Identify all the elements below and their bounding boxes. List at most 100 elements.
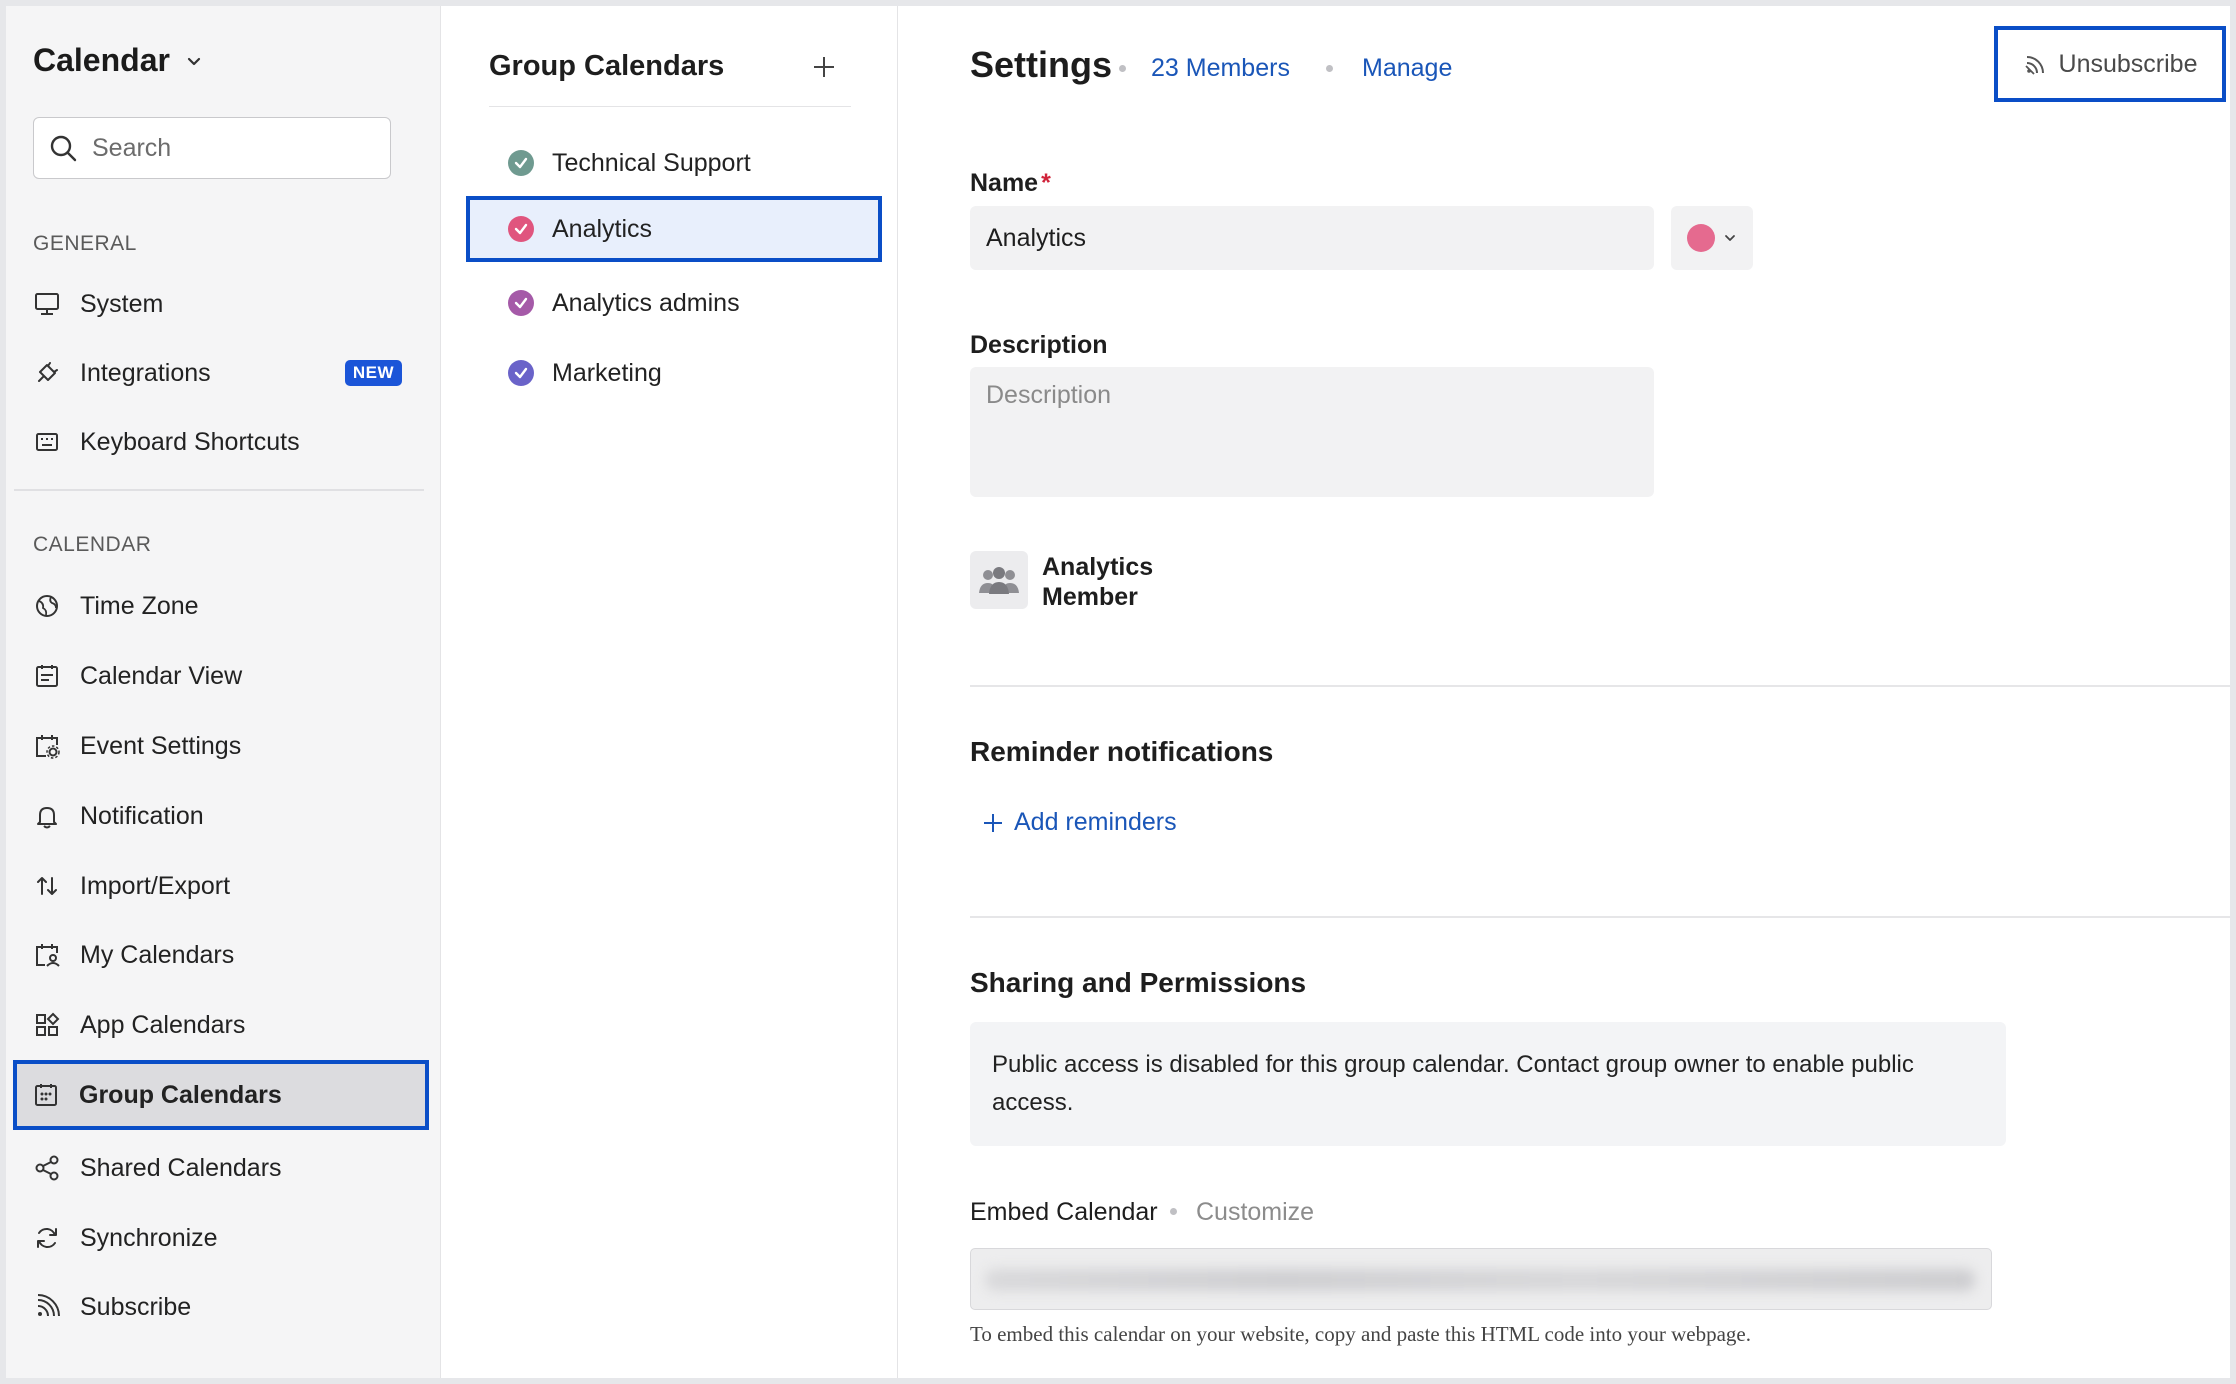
sidebar-item-label: Integrations: [80, 358, 211, 387]
sidebar-divider: [14, 489, 424, 491]
reminder-section-title: Reminder notifications: [970, 736, 1274, 767]
group-calendar-item-analytics[interactable]: Analytics: [466, 196, 882, 262]
sidebar-item-integrations[interactable]: Integrations NEW: [14, 342, 424, 404]
app-title: Calendar: [33, 42, 170, 78]
sidebar-item-label: Time Zone: [80, 591, 199, 620]
group-calendar-icon: [31, 1080, 61, 1110]
public-access-info: Public access is disabled for this group…: [970, 1022, 2006, 1146]
sidebar-item-shared-calendars[interactable]: Shared Calendars: [14, 1137, 424, 1199]
sidebar-item-app-calendars[interactable]: App Calendars: [14, 994, 424, 1056]
sidebar-item-label: App Calendars: [80, 1010, 246, 1039]
settings-sidebar: Calendar GENERAL System Integrations NEW…: [6, 6, 441, 1378]
app-switcher[interactable]: Calendar: [33, 42, 204, 79]
group-calendar-label: Analytics admins: [552, 288, 740, 317]
sidebar-item-label: Shared Calendars: [80, 1153, 282, 1182]
sidebar-item-label: Group Calendars: [79, 1080, 282, 1109]
calendar-section-label: CALENDAR: [33, 533, 152, 556]
group-name: Analytics: [1042, 553, 1154, 581]
my-calendars-icon: [32, 940, 62, 970]
sidebar-item-label: Keyboard Shortcuts: [80, 427, 300, 456]
sidebar-item-time-zone[interactable]: Time Zone: [14, 575, 424, 637]
sync-icon: [32, 1223, 62, 1253]
section-divider: [970, 916, 2230, 918]
calendar-view-icon: [32, 661, 62, 691]
group-role: Member: [1042, 583, 1138, 611]
group-calendar-label: Analytics: [552, 214, 653, 243]
sidebar-item-system[interactable]: System: [14, 273, 424, 335]
import-export-icon: [32, 871, 62, 901]
search-icon: [50, 135, 77, 162]
group-calendar-item-analytics-admins[interactable]: Analytics admins: [468, 272, 880, 334]
add-reminders-label: Add reminders: [1014, 808, 1177, 836]
group-list-header: Group Calendars: [489, 50, 851, 107]
sidebar-item-notification[interactable]: Notification: [14, 785, 424, 847]
unsubscribe-label: Unsubscribe: [2058, 49, 2198, 78]
sidebar-item-label: Import/Export: [80, 871, 231, 900]
globe-icon: [32, 591, 62, 621]
group-calendar-label: Technical Support: [552, 148, 751, 177]
sidebar-item-keyboard-shortcuts[interactable]: Keyboard Shortcuts: [14, 411, 424, 473]
settings-panel: Settings 23 Members Manage Unsubscribe N…: [898, 6, 2230, 1378]
add-reminders-link[interactable]: Add reminders: [982, 808, 1177, 837]
description-label: Description: [970, 331, 1108, 359]
sidebar-item-label: Synchronize: [80, 1223, 218, 1252]
group-people-icon: [979, 567, 1019, 594]
event-settings-icon: [32, 731, 62, 761]
separator-dot: [1170, 1208, 1177, 1215]
description-input[interactable]: [970, 367, 1654, 497]
name-input[interactable]: [970, 206, 1654, 270]
color-swatch: [1687, 224, 1715, 252]
plus-icon: [984, 813, 1002, 832]
separator-dot: [1326, 65, 1333, 72]
check-icon: [508, 360, 534, 386]
sidebar-item-calendar-view[interactable]: Calendar View: [14, 645, 424, 707]
blurred-embed-code: [985, 1269, 1975, 1291]
search-box[interactable]: [33, 117, 391, 179]
group-calendar-label: Marketing: [552, 358, 662, 387]
group-calendar-item-marketing[interactable]: Marketing: [468, 342, 880, 404]
unsubscribe-rss-icon: [2024, 56, 2044, 75]
sidebar-item-label: Calendar View: [80, 661, 243, 690]
sidebar-item-label: My Calendars: [80, 940, 235, 969]
sidebar-item-my-calendars[interactable]: My Calendars: [14, 924, 424, 986]
monitor-icon: [32, 289, 62, 319]
unsubscribe-button[interactable]: Unsubscribe: [1994, 26, 2226, 102]
check-icon: [508, 150, 534, 176]
group-info: Analytics Member: [1042, 552, 1153, 612]
check-icon: [508, 290, 534, 316]
sidebar-item-synchronize[interactable]: Synchronize: [14, 1207, 424, 1269]
plug-icon: [32, 358, 62, 388]
manage-link[interactable]: Manage: [1362, 54, 1452, 83]
share-icon: [32, 1153, 62, 1183]
color-picker[interactable]: [1671, 206, 1753, 270]
customize-link[interactable]: Customize: [1196, 1198, 1314, 1227]
page-title: Settings: [970, 44, 1113, 85]
embed-code-field[interactable]: [970, 1248, 1992, 1310]
group-calendar-list: Group Calendars Technical Support Analyt…: [441, 6, 898, 1378]
sidebar-item-event-settings[interactable]: Event Settings: [14, 715, 424, 777]
sidebar-item-import-export[interactable]: Import/Export: [14, 855, 424, 917]
section-divider: [970, 685, 2230, 687]
search-input[interactable]: [90, 132, 374, 164]
required-asterisk: *: [1041, 169, 1051, 197]
app-window: Calendar GENERAL System Integrations NEW…: [6, 6, 2230, 1378]
sidebar-item-label: Event Settings: [80, 731, 242, 760]
chevron-down-icon: [187, 57, 201, 65]
sidebar-item-label: System: [80, 289, 164, 318]
new-badge: NEW: [344, 360, 402, 386]
sidebar-item-label: Notification: [80, 801, 204, 830]
separator-dot: [1119, 65, 1126, 72]
sidebar-item-group-calendars[interactable]: Group Calendars: [13, 1060, 429, 1130]
name-label: Name *: [970, 169, 1051, 198]
sidebar-item-subscribe[interactable]: Subscribe: [14, 1276, 424, 1338]
members-link[interactable]: 23 Members: [1151, 54, 1290, 83]
group-list-title: Group Calendars: [489, 50, 725, 82]
name-label-text: Name: [970, 169, 1039, 197]
embed-help-text: To embed this calendar on your website, …: [970, 1322, 1751, 1346]
embed-calendar-label: Embed Calendar: [970, 1198, 1158, 1226]
keyboard-icon: [32, 427, 62, 457]
add-group-calendar-icon[interactable]: [811, 54, 837, 80]
chevron-down-icon: [1725, 235, 1735, 241]
group-calendar-item-technical-support[interactable]: Technical Support: [468, 132, 880, 194]
general-section-label: GENERAL: [33, 232, 137, 255]
